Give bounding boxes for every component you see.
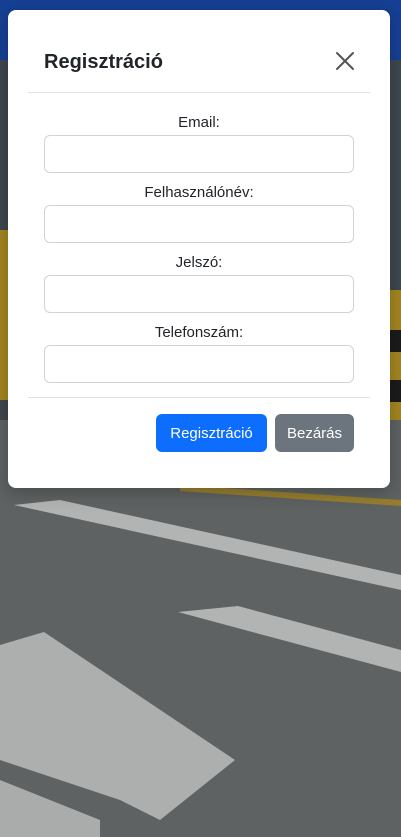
password-input[interactable] bbox=[44, 275, 354, 313]
registration-modal: Regisztráció Email: Felhasználónév: Jels… bbox=[8, 10, 390, 488]
password-label: Jelszó: bbox=[175, 254, 223, 271]
close-modal-button[interactable]: Bezárás bbox=[275, 414, 354, 452]
close-icon bbox=[336, 52, 354, 70]
modal-footer-divider bbox=[28, 397, 370, 398]
password-field-group: Jelszó: bbox=[44, 253, 354, 313]
modal-header: Regisztráció bbox=[28, 10, 370, 93]
phone-label: Telefonszám: bbox=[154, 324, 244, 341]
email-input[interactable] bbox=[44, 135, 354, 173]
close-button[interactable] bbox=[334, 50, 356, 72]
username-label: Felhasználónév: bbox=[144, 184, 254, 201]
email-field-group: Email: bbox=[44, 113, 354, 173]
phone-field-group: Telefonszám: bbox=[44, 323, 354, 383]
register-button[interactable]: Regisztráció bbox=[156, 414, 267, 452]
username-input[interactable] bbox=[44, 205, 354, 243]
phone-input[interactable] bbox=[44, 345, 354, 383]
email-label: Email: bbox=[178, 114, 220, 131]
username-field-group: Felhasználónév: bbox=[44, 183, 354, 243]
modal-title: Regisztráció bbox=[44, 51, 163, 73]
